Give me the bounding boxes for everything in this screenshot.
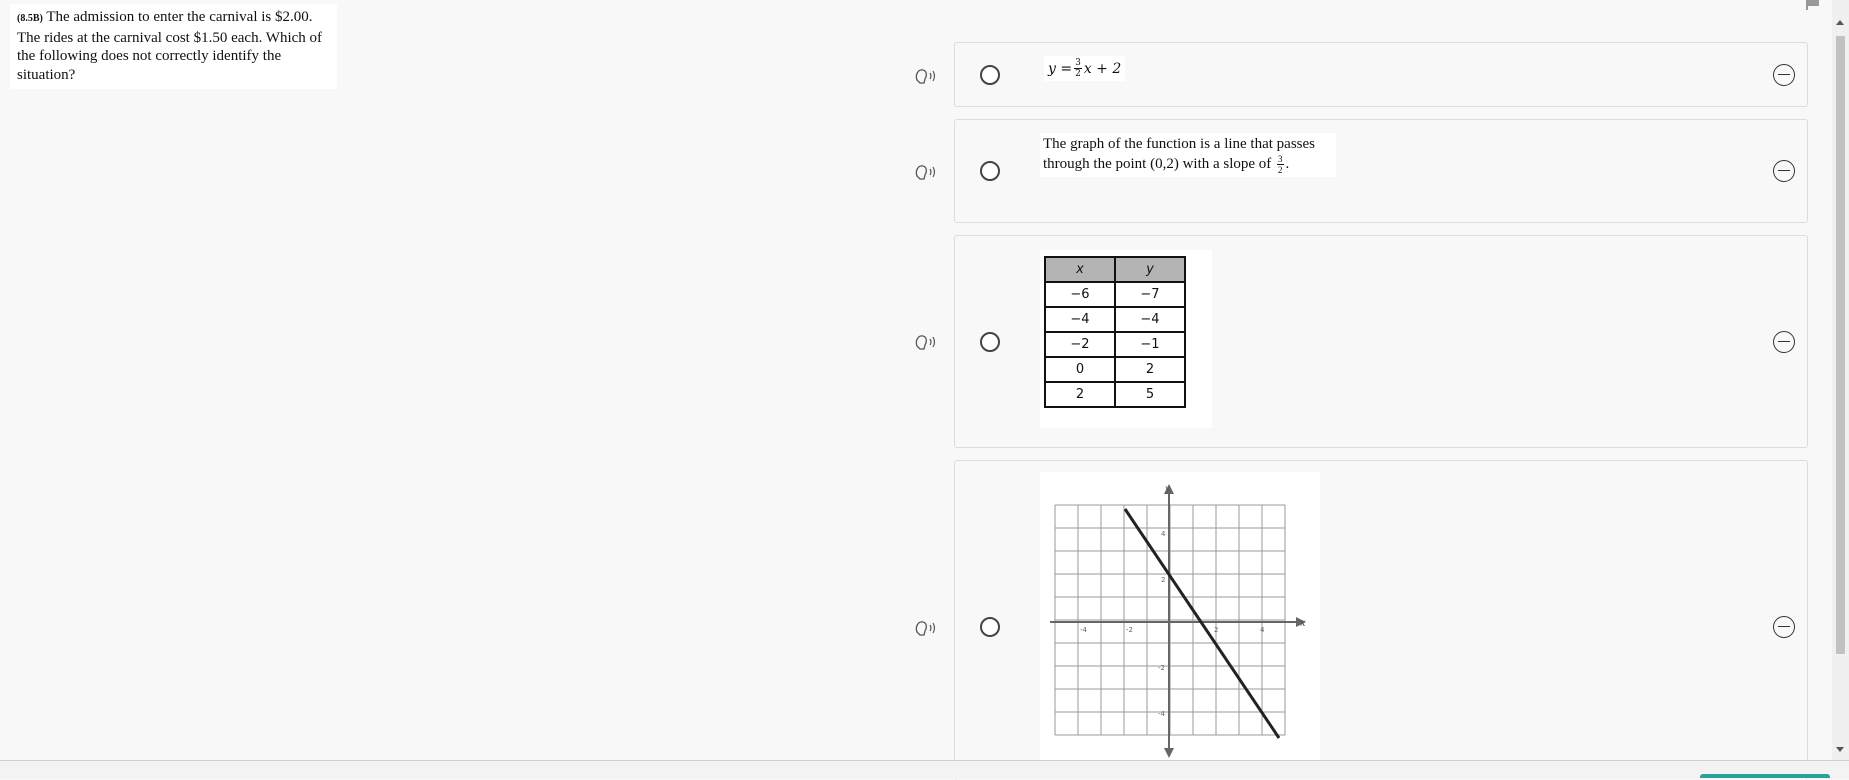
text-to-speech-icon[interactable]	[915, 68, 941, 84]
coordinate-graph: x y -4 -2 2 4 4 2 -2 -4	[1050, 484, 1306, 758]
radio-option-b[interactable]	[980, 161, 1000, 181]
x-axis-label: x	[1300, 618, 1306, 629]
table-header-row: x y	[1044, 256, 1186, 283]
fraction-denominator: 2	[1075, 69, 1081, 79]
strikethrough-button-a[interactable]	[1773, 64, 1795, 86]
tick-label: 2	[1214, 626, 1218, 634]
strikethrough-button-d[interactable]	[1773, 616, 1795, 638]
fraction: 32	[1277, 154, 1284, 175]
flag-icon[interactable]	[1806, 0, 1820, 10]
table-cell: 2	[1114, 356, 1186, 383]
fraction-denominator: 2	[1278, 165, 1283, 175]
question-text: The admission to enter the carnival is $…	[17, 9, 323, 83]
table-cell: −4	[1114, 306, 1186, 333]
bottom-bar	[0, 760, 1849, 779]
table-cell: 0	[1044, 356, 1116, 383]
table-header-y: y	[1114, 256, 1186, 283]
bottom-action-button[interactable]	[1700, 774, 1830, 778]
sentence-end: .	[1285, 155, 1290, 172]
radio-option-c[interactable]	[980, 332, 1000, 352]
text-to-speech-icon[interactable]	[915, 164, 941, 180]
tick-label: 2	[1161, 576, 1165, 584]
table-cell: −4	[1044, 306, 1116, 333]
table-cell: −1	[1114, 331, 1186, 358]
y-axis-arrow-down	[1164, 748, 1174, 758]
table-cell: −6	[1044, 281, 1116, 308]
scroll-down-arrow-icon[interactable]	[1836, 747, 1844, 752]
table-cell: −2	[1044, 331, 1116, 358]
fraction: 3 2	[1074, 58, 1082, 79]
strikethrough-button-b[interactable]	[1773, 160, 1795, 182]
table-row: 02	[1044, 356, 1186, 383]
xy-table: x y −6 −7 −4 −4 −2 −1 02 25	[1044, 256, 1186, 408]
tick-label: -4	[1080, 626, 1088, 634]
tick-label: 4	[1260, 626, 1265, 634]
tick-label: 4	[1161, 530, 1166, 538]
vertical-scrollbar[interactable]	[1832, 0, 1849, 760]
table-row: −4 −4	[1044, 306, 1186, 333]
option-b-text: The graph of the function is a line that…	[1040, 133, 1336, 177]
fraction-numerator: 3	[1074, 58, 1082, 69]
tick-label: -2	[1158, 664, 1165, 672]
radio-option-d[interactable]	[980, 617, 1000, 637]
standard-code: (8.5B)	[17, 13, 43, 24]
y-axis-label: y	[1164, 484, 1170, 493]
scroll-up-arrow-icon[interactable]	[1836, 20, 1844, 25]
text-to-speech-icon[interactable]	[915, 334, 941, 350]
radio-option-a[interactable]	[980, 65, 1000, 85]
strikethrough-button-c[interactable]	[1773, 331, 1795, 353]
graph-line	[1123, 508, 1281, 739]
equation-lhs: y =	[1048, 60, 1073, 77]
option-a-equation: y = 3 2 x + 2	[1044, 56, 1126, 81]
tick-label: -4	[1158, 710, 1166, 718]
table-cell: 5	[1114, 381, 1186, 408]
table-cell: −7	[1114, 281, 1186, 308]
table-row: 25	[1044, 381, 1186, 408]
text-to-speech-icon[interactable]	[915, 620, 941, 636]
equation-rhs: x + 2	[1083, 60, 1122, 77]
scrollbar-thumb[interactable]	[1836, 36, 1845, 654]
option-b-sentence: The graph of the function is a line that…	[1043, 136, 1316, 172]
question-stem: (8.5B) The admission to enter the carniv…	[10, 4, 337, 89]
table-row: −2 −1	[1044, 331, 1186, 358]
table-header-x: x	[1044, 256, 1116, 283]
fraction-numerator: 3	[1277, 154, 1284, 165]
table-row: −6 −7	[1044, 281, 1186, 308]
tick-label: -2	[1126, 626, 1133, 634]
table-cell: 2	[1044, 381, 1116, 408]
